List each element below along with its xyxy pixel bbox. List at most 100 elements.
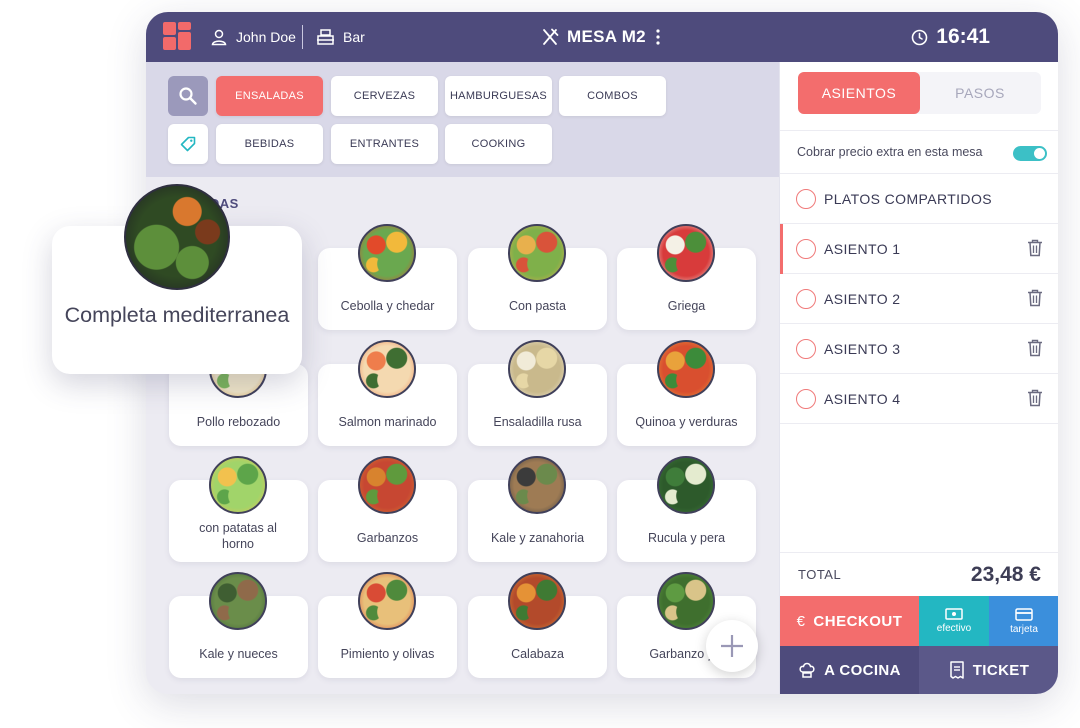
- card-label: tarjeta: [1010, 623, 1038, 635]
- seat-radio[interactable]: [796, 239, 816, 259]
- product-card[interactable]: Garbanzos: [318, 456, 457, 562]
- user-name: John Doe: [236, 29, 296, 45]
- cash-icon: [945, 608, 963, 620]
- product-image: [508, 572, 566, 630]
- product-name: Cebolla y chedar: [340, 299, 435, 313]
- seat-row[interactable]: ASIENTO 4: [780, 374, 1058, 424]
- euro-icon: €: [796, 612, 806, 630]
- seat-label: ASIENTO 3: [824, 340, 901, 357]
- clock-icon: [911, 29, 928, 45]
- category-hamburguesas[interactable]: HAMBURGUESAS: [445, 76, 552, 116]
- user-menu[interactable]: John Doe: [210, 12, 296, 62]
- send-to-kitchen-button[interactable]: A COCINA: [780, 646, 919, 694]
- product-name: Calabaza: [511, 647, 564, 661]
- category-cooking[interactable]: COOKING: [445, 124, 552, 164]
- product-name: Garbanzos: [356, 531, 419, 545]
- product-name: Salmon marinado: [338, 415, 437, 429]
- shared-dishes-row[interactable]: PLATOS COMPARTIDOS: [780, 174, 1058, 224]
- checkout-button[interactable]: € CHECKOUT: [780, 596, 919, 646]
- product-image: [209, 456, 267, 514]
- table-selector[interactable]: MESA M2: [541, 12, 660, 62]
- product-name: Pollo rebozado: [196, 415, 281, 429]
- clock-time: 16:41: [936, 25, 990, 48]
- product-card[interactable]: con patatas al horno: [169, 456, 308, 562]
- product-name: Quinoa y verduras: [635, 415, 738, 429]
- ticket-button[interactable]: TICKET: [919, 646, 1058, 694]
- seat-radio[interactable]: [796, 389, 816, 409]
- clock: 16:41: [911, 12, 990, 62]
- product-name: con patatas al horno: [199, 521, 277, 551]
- product-card[interactable]: Pollo rebozado: [169, 340, 308, 446]
- product-card[interactable]: Griega: [617, 224, 756, 330]
- product-card[interactable]: Cebolla y chedar: [318, 224, 457, 330]
- popup-product-name: Completa mediterranea: [64, 303, 290, 327]
- trash-icon[interactable]: [1027, 339, 1043, 360]
- category-entrantes[interactable]: ENTRANTES: [331, 124, 438, 164]
- category-ensaladas[interactable]: ENSALADAS: [216, 76, 323, 116]
- product-card[interactable]: Kale y zanahoria: [468, 456, 607, 562]
- seat-radio[interactable]: [796, 289, 816, 309]
- product-image: [209, 572, 267, 630]
- selected-product-popup[interactable]: Completa mediterranea: [52, 184, 302, 374]
- tab-asientos[interactable]: ASIENTOS: [798, 72, 920, 114]
- product-image: [657, 224, 715, 282]
- category-cervezas[interactable]: CERVEZAS: [331, 76, 438, 116]
- product-name: Con pasta: [509, 299, 566, 313]
- product-image: [657, 572, 715, 630]
- tab-pasos[interactable]: PASOS: [919, 72, 1041, 114]
- product-card[interactable]: Con pasta: [468, 224, 607, 330]
- product-name: Pimiento y olivas: [340, 647, 435, 661]
- tag-filter-button[interactable]: [168, 124, 208, 164]
- cash-payment-button[interactable]: efectivo: [919, 596, 989, 646]
- seat-row[interactable]: ASIENTO 1: [780, 224, 1058, 274]
- seat-label: ASIENTO 1: [824, 240, 901, 257]
- seat-row[interactable]: ASIENTO 2: [780, 274, 1058, 324]
- product-image: [358, 456, 416, 514]
- add-product-button[interactable]: [706, 620, 758, 672]
- trash-icon[interactable]: [1027, 239, 1043, 260]
- extra-price-row: Cobrar precio extra en esta mesa: [780, 130, 1058, 174]
- header-divider: [302, 25, 303, 49]
- category-bebidas[interactable]: BEBIDAS: [216, 124, 323, 164]
- extra-price-toggle[interactable]: [1013, 146, 1047, 161]
- total-value: 23,48 €: [970, 563, 1041, 586]
- order-panel: ASIENTOS PASOS Cobrar precio extra en es…: [779, 62, 1058, 694]
- total-label: TOTAL: [798, 567, 842, 582]
- more-vertical-icon[interactable]: [656, 29, 660, 45]
- credit-card-icon: [1015, 607, 1033, 621]
- product-image: [358, 572, 416, 630]
- seat-label: ASIENTO 2: [824, 290, 901, 307]
- shared-dishes-radio[interactable]: [796, 189, 816, 209]
- product-name: Ensaladilla rusa: [493, 415, 582, 429]
- product-card[interactable]: Quinoa y verduras: [617, 340, 756, 446]
- table-name: MESA M2: [567, 27, 646, 46]
- seat-row[interactable]: ASIENTO 3: [780, 324, 1058, 374]
- trash-icon[interactable]: [1027, 389, 1043, 410]
- category-bar: ENSALADAS CERVEZAS HAMBURGUESAS COMBOS B…: [146, 62, 779, 177]
- cash-register-icon: [317, 29, 334, 45]
- product-image: [657, 340, 715, 398]
- product-card[interactable]: Kale y nueces: [169, 572, 308, 678]
- total-row: TOTAL 23,48 €: [780, 552, 1058, 596]
- product-card[interactable]: Rucula y pera: [617, 456, 756, 562]
- product-image: [358, 224, 416, 282]
- tag-icon: [180, 136, 196, 152]
- extra-price-label: Cobrar precio extra en esta mesa: [797, 145, 983, 159]
- card-payment-button[interactable]: tarjeta: [989, 596, 1058, 646]
- seat-radio[interactable]: [796, 339, 816, 359]
- search-button[interactable]: [168, 76, 208, 116]
- category-combos[interactable]: COMBOS: [559, 76, 666, 116]
- product-card[interactable]: Ensaladilla rusa: [468, 340, 607, 446]
- ticket-label: TICKET: [972, 661, 1030, 679]
- product-name: Rucula y pera: [647, 531, 726, 545]
- checkout-label: CHECKOUT: [813, 612, 903, 630]
- trash-icon[interactable]: [1027, 289, 1043, 310]
- product-card[interactable]: Pimiento y olivas: [318, 572, 457, 678]
- location-selector[interactable]: Bar: [316, 12, 365, 62]
- product-image: [657, 456, 715, 514]
- product-image: [508, 456, 566, 514]
- product-card[interactable]: Calabaza: [468, 572, 607, 678]
- shared-dishes-label: PLATOS COMPARTIDOS: [824, 190, 992, 207]
- plus-icon: [721, 635, 743, 657]
- product-card[interactable]: Salmon marinado: [318, 340, 457, 446]
